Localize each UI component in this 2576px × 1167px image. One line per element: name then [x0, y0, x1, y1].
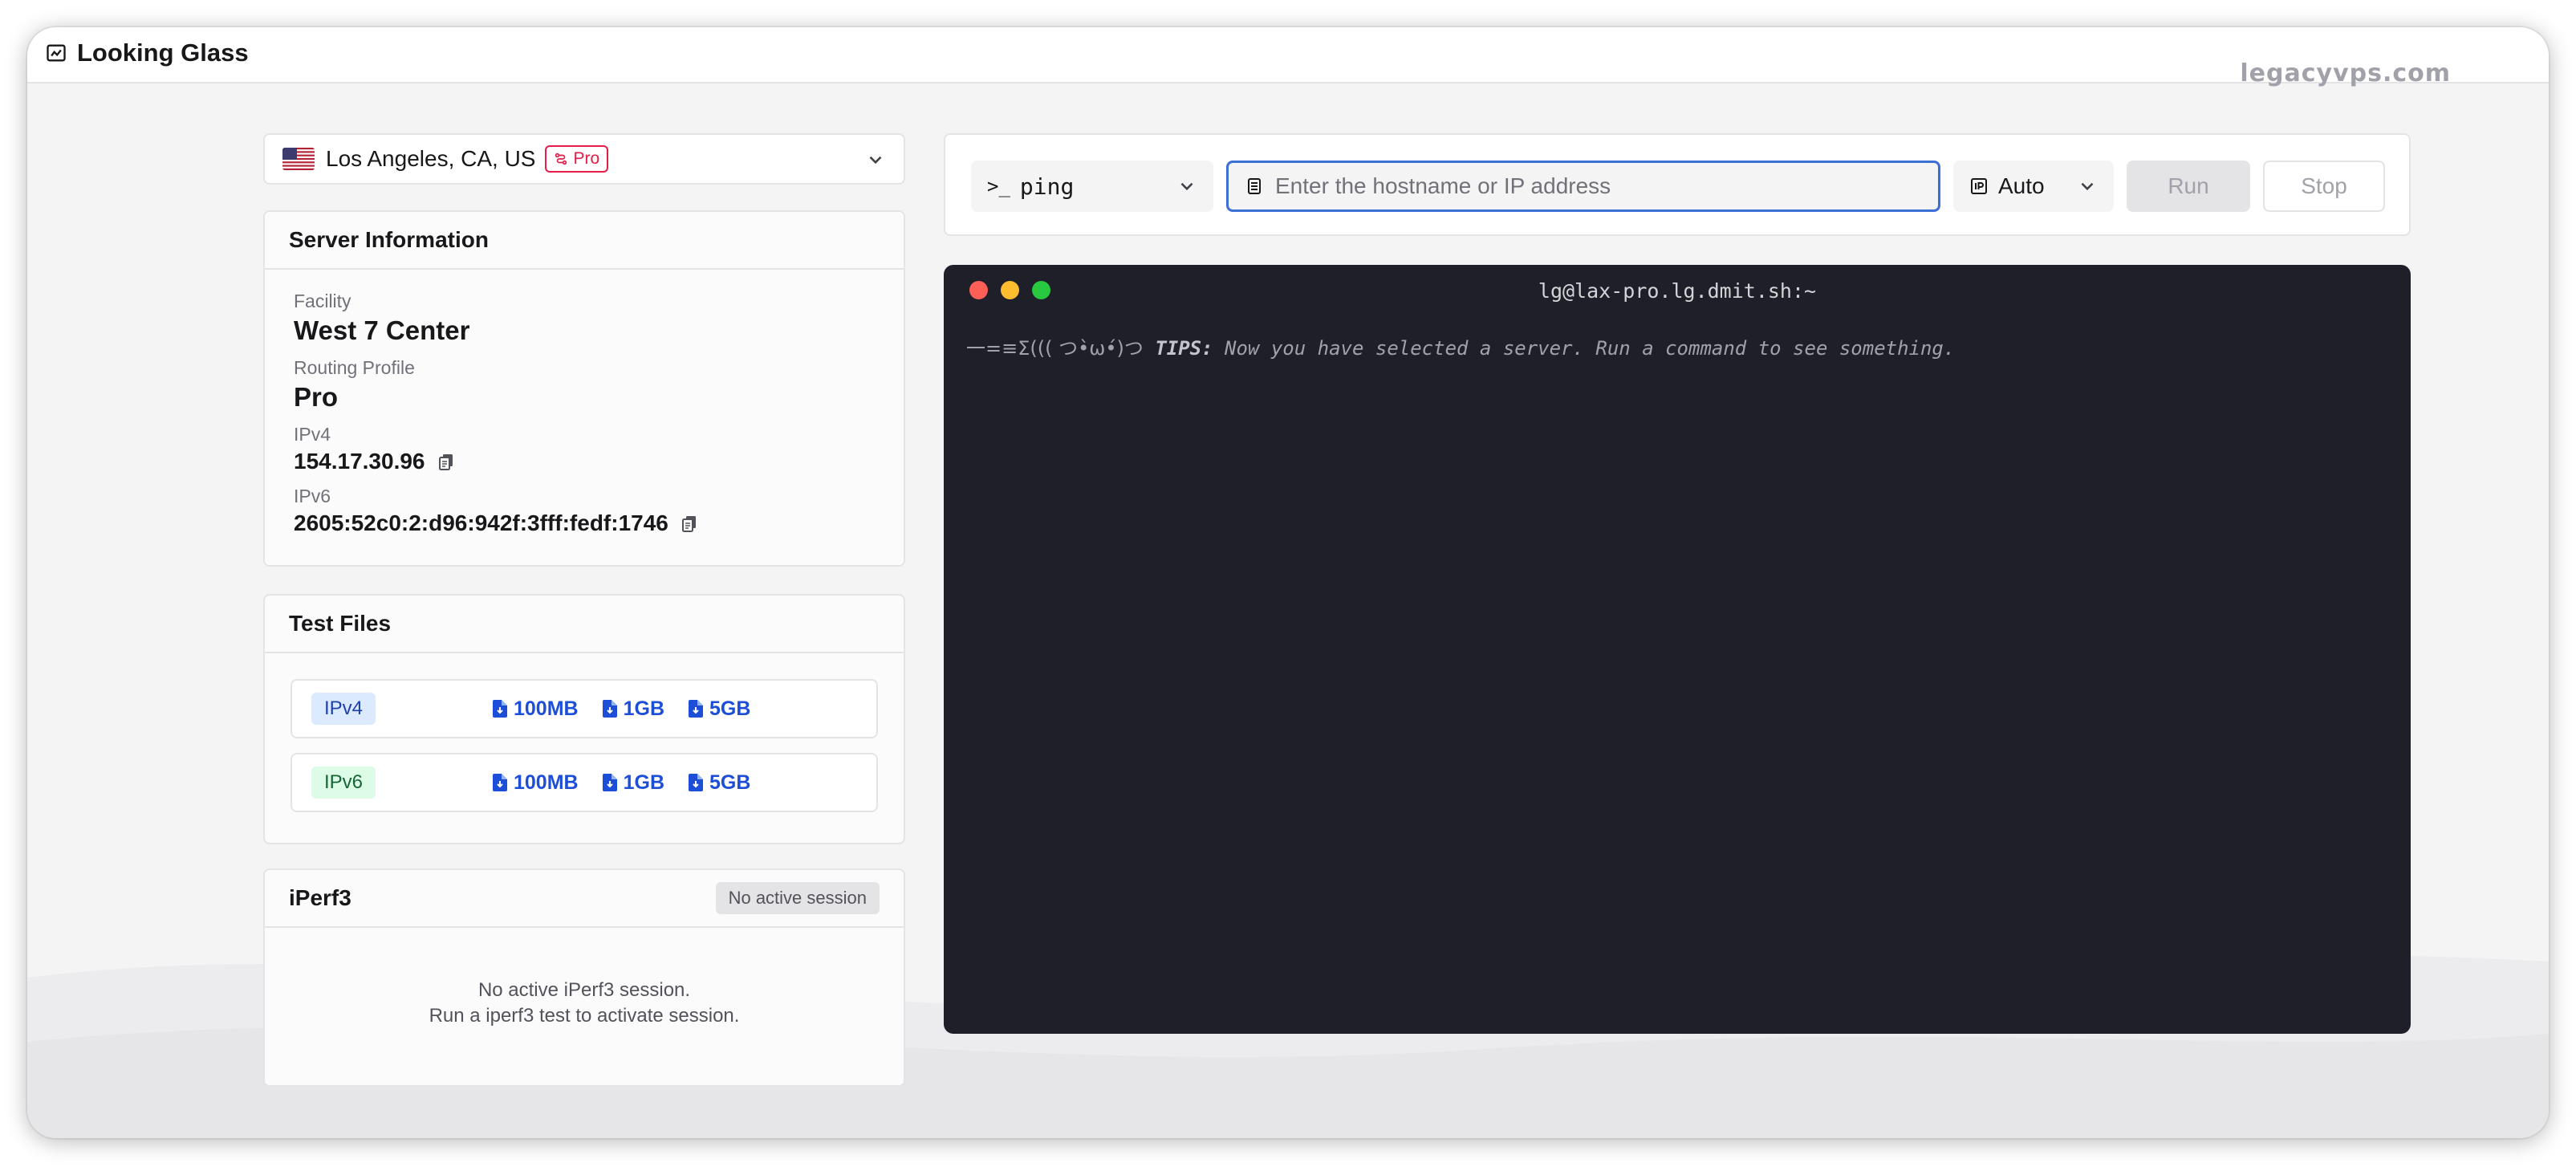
- routing-label: Routing Profile: [294, 357, 415, 378]
- ipv4-row: 154.17.30.96: [294, 449, 875, 474]
- file-download-icon: [602, 700, 617, 718]
- file-download-icon: [689, 700, 703, 718]
- pro-badge-label: Pro: [573, 149, 600, 168]
- test-files-header: Test Files: [265, 596, 904, 653]
- host-input[interactable]: [1275, 173, 1917, 199]
- looking-glass-icon: [47, 44, 66, 62]
- iperf-header: iPerf3 No active session: [265, 870, 904, 928]
- download-ipv4-100mb[interactable]: 100MB: [493, 697, 579, 721]
- file-download-icon: [689, 774, 703, 791]
- command-bar: >_ ping Auto Run Stop: [944, 133, 2411, 236]
- test-files-title: Test Files: [289, 611, 392, 636]
- terminal-window: lg@lax-pro.lg.dmit.sh:~ 一=≡Σ((( つ•̀ω•́)つ…: [944, 265, 2411, 1034]
- tips-text: Now you have selected a server. Run a co…: [1225, 337, 1956, 360]
- iperf-message: No active iPerf3 session. Run a iperf3 t…: [265, 928, 904, 1029]
- host-input-wrapper: [1226, 161, 1940, 212]
- terminal-output-line: 一=≡Σ((( つ•̀ω•́)つ TIPS: Now you have sele…: [966, 332, 1955, 360]
- session-status-badge: No active session: [715, 882, 880, 914]
- pro-badge: Pro: [545, 145, 609, 173]
- brand[interactable]: Looking Glass: [45, 39, 249, 67]
- protocol-value: Auto: [1998, 173, 2045, 198]
- iperf-title: iPerf3: [289, 885, 351, 910]
- ipv6-value: 2605:52c0:2:d96:942f:3fff:fedf:1746: [294, 510, 668, 535]
- download-label: 100MB: [514, 771, 579, 794]
- server-info-title: Server Information: [289, 227, 489, 252]
- test-files-card: Test Files IPv4 100MB 1GB 5GB IPv6 100MB…: [263, 594, 905, 844]
- test-files-row-ipv6: IPv6 100MB 1GB 5GB: [291, 753, 878, 812]
- stop-button[interactable]: Stop: [2263, 161, 2385, 212]
- facility-label: Facility: [294, 291, 351, 311]
- download-label: 100MB: [514, 697, 579, 720]
- file-download-icon: [493, 700, 507, 718]
- routing-value: Pro: [294, 382, 339, 412]
- download-ipv4-5gb[interactable]: 5GB: [689, 697, 750, 721]
- server-info-header: Server Information: [265, 212, 904, 270]
- protocol-select[interactable]: Auto: [1953, 161, 2114, 212]
- download-ipv6-5gb[interactable]: 5GB: [689, 771, 750, 795]
- run-button[interactable]: Run: [2127, 161, 2250, 212]
- terminal-prompt-icon: >_: [987, 175, 1010, 197]
- copy-icon[interactable]: [680, 514, 699, 533]
- route-icon: [555, 152, 567, 165]
- server-icon: [1248, 178, 1261, 194]
- iperf-card: iPerf3 No active session No active iPerf…: [263, 868, 905, 1087]
- command-select[interactable]: >_ ping: [971, 161, 1213, 212]
- location-label: Los Angeles, CA, US: [326, 146, 536, 171]
- top-bar: Looking Glass legacyvps.com: [27, 27, 2549, 87]
- terminal-title: lg@lax-pro.lg.dmit.sh:~: [1538, 279, 1817, 303]
- download-ipv6-1gb[interactable]: 1GB: [602, 771, 664, 795]
- watermark: legacyvps.com: [2240, 59, 2451, 87]
- download-ipv4-1gb[interactable]: 1GB: [602, 697, 664, 721]
- file-download-icon: [493, 774, 507, 791]
- ipv4-label: IPv4: [294, 424, 331, 445]
- iperf-message-line2: Run a iperf3 test to activate session.: [429, 1005, 740, 1027]
- download-label: 1GB: [623, 697, 664, 720]
- chevron-down-icon: [2081, 182, 2094, 191]
- ip-icon: [1971, 178, 1987, 194]
- tips-label: TIPS:: [1155, 337, 1213, 360]
- download-label: 1GB: [623, 771, 664, 794]
- command-value: ping: [1019, 173, 1075, 200]
- ipv6-label: IPv6: [294, 486, 331, 506]
- iperf-message-line1: No active iPerf3 session.: [477, 979, 691, 1001]
- file-download-icon: [602, 774, 617, 791]
- location-select[interactable]: Los Angeles, CA, US Pro: [263, 133, 905, 185]
- download-label: 5GB: [709, 697, 751, 720]
- ipv4-value: 154.17.30.96: [294, 449, 425, 474]
- download-ipv6-100mb[interactable]: 100MB: [493, 771, 579, 795]
- copy-icon[interactable]: [437, 452, 456, 471]
- ipv4-tag: IPv4: [311, 693, 376, 725]
- download-label: 5GB: [709, 771, 751, 794]
- ipv6-row: 2605:52c0:2:d96:942f:3fff:fedf:1746: [294, 510, 875, 536]
- us-flag-icon: [282, 148, 315, 170]
- test-files-row-ipv4: IPv4 100MB 1GB 5GB: [291, 679, 878, 738]
- ipv6-tag: IPv6: [311, 766, 376, 799]
- chevron-down-icon: [1180, 182, 1193, 191]
- app-title: Looking Glass: [77, 39, 249, 67]
- server-info-card: Server Information Facility West 7 Cente…: [263, 210, 905, 567]
- facility-value: West 7 Center: [294, 315, 470, 345]
- chevron-down-icon[interactable]: [865, 149, 886, 170]
- terminal-prefix: 一=≡Σ((( つ•̀ω•́)つ: [966, 337, 1144, 360]
